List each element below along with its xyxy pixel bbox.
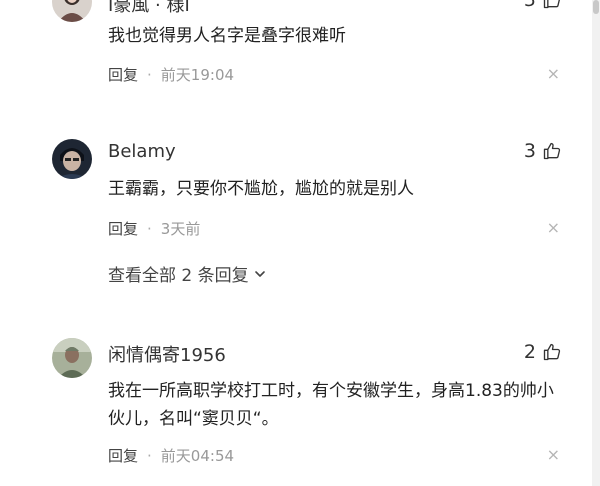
like-button[interactable]: 3 [524,140,562,162]
close-icon[interactable]: × [547,218,560,237]
comment-text: 我也觉得男人名字是叠字很难听 [108,26,346,46]
comment-text: 王霸霸，只要你不尴尬，尴尬的就是别人 [108,179,414,199]
reply-button[interactable]: 回复 [108,218,138,239]
close-icon[interactable]: × [547,445,560,464]
reply-button[interactable]: 回复 [108,445,138,466]
like-count: 2 [523,341,536,363]
thumbs-up-icon [543,343,561,361]
avatar[interactable] [52,338,92,378]
avatar[interactable] [52,139,92,179]
comment-meta: 回复 · 前天04:54 [108,445,234,466]
thumbs-up-icon [543,0,560,9]
avatar[interactable] [52,0,92,22]
chevron-down-icon [254,270,265,277]
meta-separator: · [147,65,152,84]
comment-text: 我在一所高职学校打工时，有个安徽学生，身高1.83的帅小伙儿，名叫“窦贝贝“。 [108,381,554,429]
like-button[interactable]: 2 [524,341,562,363]
meta-separator: · [147,446,152,465]
comment-time: 3天前 [160,220,201,238]
comment-author[interactable]: Belamy [108,141,176,162]
thumbs-up-icon [543,142,561,160]
reply-button[interactable]: 回复 [108,64,138,85]
comment-time: 前天19:04 [160,66,235,84]
show-replies-label: 查看全部 2 条回复 [108,266,249,286]
comment-meta: 回复 · 3天前 [108,218,200,239]
show-all-replies-link[interactable]: 查看全部 2 条回复 [108,261,267,286]
scrollbar-thumb[interactable] [593,0,599,14]
close-icon[interactable]: × [547,64,560,83]
comment-meta: 回复 · 前天19:04 [108,64,234,85]
comment-author[interactable]: 闲情偶寄1956 [108,341,226,367]
like-button[interactable]: 5 [524,0,562,11]
meta-separator: · [147,219,152,238]
like-count: 5 [523,0,536,11]
comment-time: 前天04:54 [160,447,235,465]
comment-author[interactable]: I豪風 · 様I [108,0,190,17]
like-count: 3 [523,140,536,162]
scrollbar[interactable] [592,0,600,486]
